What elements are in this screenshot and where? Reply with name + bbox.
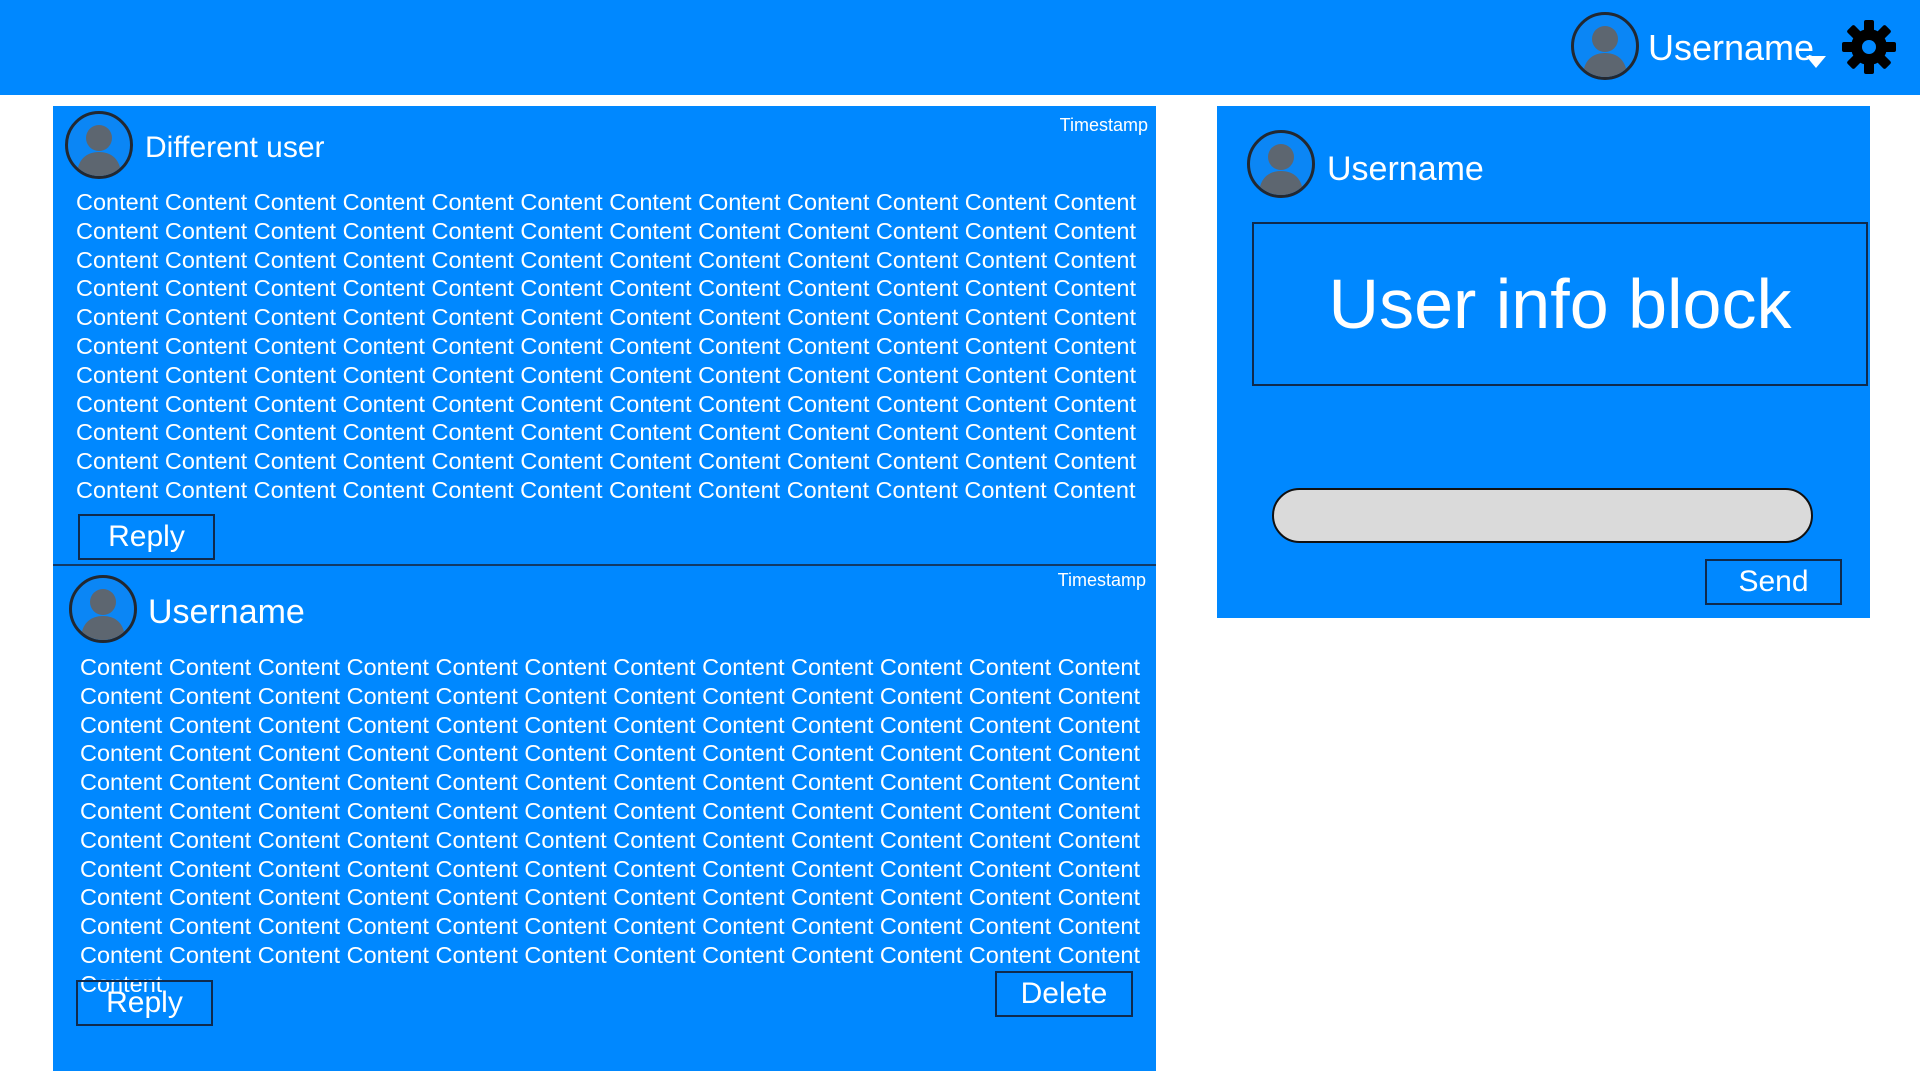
person-silhouette-icon [81,589,125,640]
user-info-block: User info block [1252,222,1868,386]
person-silhouette-icon [77,125,121,176]
avatar-icon[interactable] [1571,12,1639,80]
post-author[interactable]: Username [148,591,305,633]
panel-username: Username [1327,150,1484,188]
post-card: Different user Timestamp Content Content… [53,106,1156,565]
reply-button[interactable]: Reply [76,980,213,1026]
person-silhouette-icon [1259,144,1303,195]
send-button[interactable]: Send [1705,559,1842,605]
avatar-icon[interactable] [1247,130,1315,198]
post-author[interactable]: Different user [145,129,325,167]
person-silhouette-icon [1583,26,1627,77]
top-bar: Username [0,0,1920,95]
post-card: Username Timestamp Content Content Conte… [53,566,1156,1071]
user-info-label: User info block [1328,265,1792,343]
post-content: Content Content Content Content Content … [80,654,1140,997]
post-timestamp: Timestamp [1057,570,1146,590]
message-input[interactable] [1272,488,1813,543]
gear-icon[interactable] [1840,18,1898,81]
header-username[interactable]: Username [1648,24,1814,72]
chevron-down-icon[interactable] [1806,56,1826,68]
post-content: Content Content Content Content Content … [76,189,1136,503]
delete-button[interactable]: Delete [995,971,1133,1017]
user-panel: Username User info block Send [1217,106,1870,618]
post-timestamp: Timestamp [1059,115,1148,135]
avatar-icon[interactable] [69,575,137,643]
reply-button[interactable]: Reply [78,514,215,560]
avatar-icon[interactable] [65,111,133,179]
